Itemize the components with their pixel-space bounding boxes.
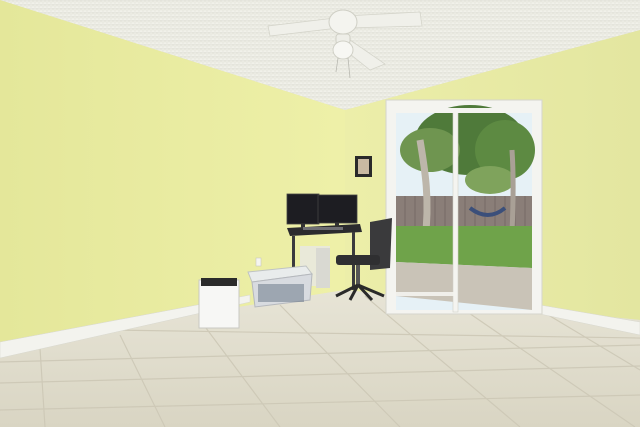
- storage-bin: [247, 265, 313, 308]
- sliding-glass-door: [385, 99, 543, 315]
- room-photo: [0, 0, 640, 427]
- wall-outlet: [255, 257, 262, 267]
- trash-can: [198, 278, 240, 329]
- wall-picture: [355, 156, 372, 177]
